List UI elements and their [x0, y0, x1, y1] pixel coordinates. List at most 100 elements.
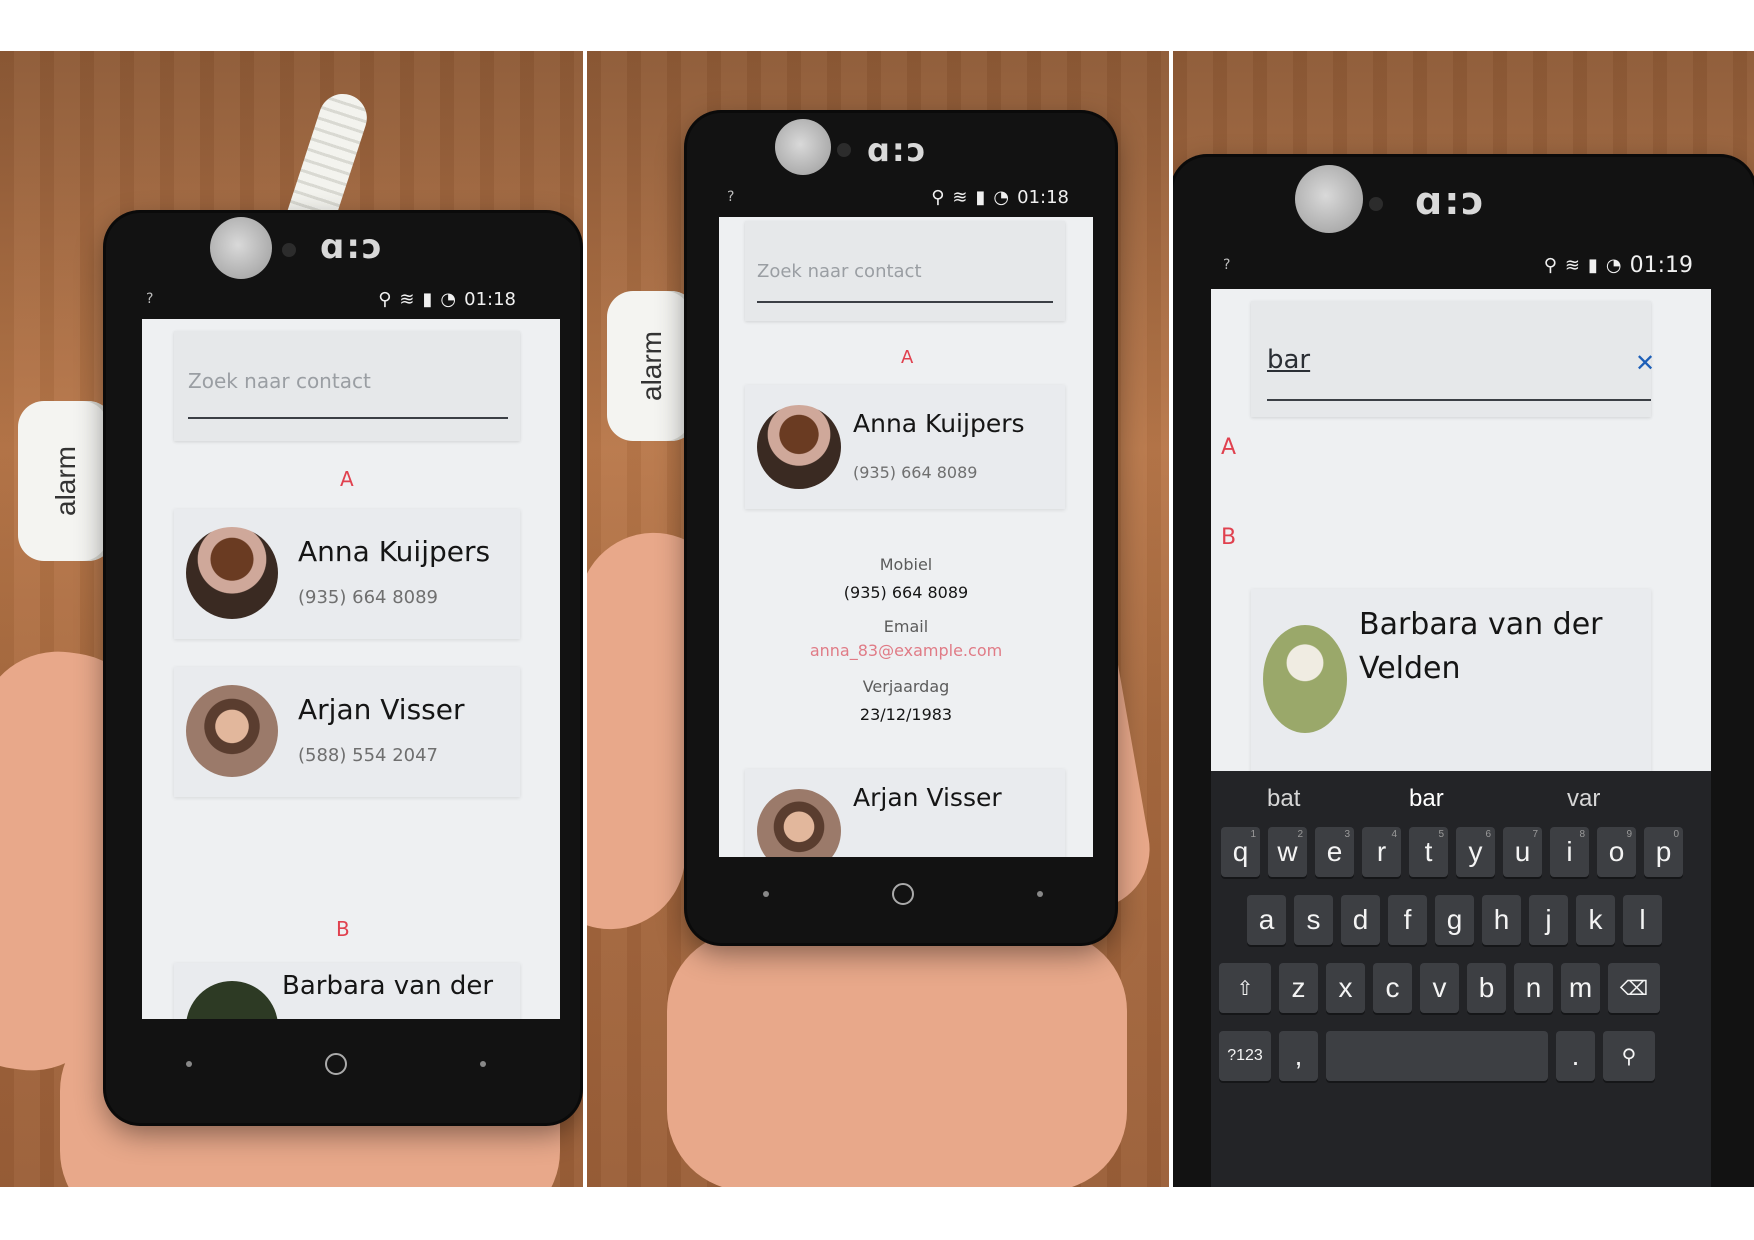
key-h[interactable]: h — [1482, 895, 1521, 945]
search-input[interactable]: Zoek naar contact — [757, 261, 922, 282]
hand — [667, 931, 1127, 1187]
suggestion[interactable]: bat — [1267, 785, 1300, 813]
comma-key[interactable]: , — [1279, 1031, 1318, 1081]
contact-card-expanded[interactable]: Anna Kuijpers (935) 664 8089 — [745, 385, 1065, 509]
key-t[interactable]: t5 — [1409, 827, 1448, 877]
period-key[interactable]: . — [1556, 1031, 1595, 1081]
contact-card[interactable]: Anna Kuijpers (935) 664 8089 — [174, 509, 520, 639]
contact-name: Arjan Visser — [298, 693, 465, 726]
back-button[interactable] — [763, 891, 769, 897]
section-header-b: B — [336, 917, 350, 941]
contact-name: Barbara van der — [1359, 607, 1603, 642]
key-row-1: q1w2e3r4t5y6u7i8o9p0 — [1221, 827, 1683, 877]
phone: ɑ:ɔ ? ⚲ ≋ ▮ ◔ 01:18 Zoek naar contact A … — [687, 113, 1115, 943]
photo-panel-2: alarm ɑ:ɔ ? ⚲ ≋ ▮ ◔ 01:18 Zoek naar cont… — [587, 51, 1169, 1187]
clock: 01:18 — [1017, 186, 1069, 208]
wifi-icon: ≋ — [399, 288, 415, 310]
key-n[interactable]: n — [1514, 963, 1553, 1013]
contact-card[interactable]: Arjan Visser (588) 554 2047 — [174, 667, 520, 797]
key-row-4: ?123 , . ⚲ — [1219, 1031, 1655, 1081]
signal-icon: ▮ — [1587, 254, 1598, 276]
key-j[interactable]: j — [1529, 895, 1568, 945]
key-m[interactable]: m — [1561, 963, 1600, 1013]
shift-key[interactable]: ⇧ — [1219, 963, 1271, 1013]
key-l[interactable]: l — [1623, 895, 1662, 945]
symbols-key[interactable]: ?123 — [1219, 1031, 1271, 1081]
contact-card[interactable]: Barbara van der — [174, 963, 520, 1019]
backspace-key[interactable]: ⌫ — [1608, 963, 1660, 1013]
key-v[interactable]: v — [1420, 963, 1459, 1013]
alarm-tag: alarm — [18, 401, 114, 561]
key-e[interactable]: e3 — [1315, 827, 1354, 877]
contact-name: Arjan Visser — [853, 783, 1002, 812]
key-c[interactable]: c — [1373, 963, 1412, 1013]
key-hint: 6 — [1485, 829, 1491, 840]
photo-panel-1: alarm ɑ:ɔ ? ⚲ ≋ ▮ ◔ 01:18 Zoek naar cont… — [0, 51, 583, 1187]
key-s[interactable]: s — [1294, 895, 1333, 945]
key-p[interactable]: p0 — [1644, 827, 1683, 877]
contact-card[interactable]: Arjan Visser — [745, 769, 1065, 857]
battery-icon: ◔ — [440, 288, 457, 310]
detail-email-value[interactable]: anna_83@example.com — [719, 641, 1093, 660]
brand-logo: ɑ:ɔ — [1415, 179, 1486, 223]
section-header-b: B — [1221, 525, 1237, 550]
key-d[interactable]: d — [1341, 895, 1380, 945]
search-underline — [1267, 399, 1651, 401]
contact-phone: (935) 664 8089 — [853, 463, 978, 482]
wifi-icon: ≋ — [952, 186, 968, 208]
key-g[interactable]: g — [1435, 895, 1474, 945]
app-screen: Zoek naar contact A Anna Kuijpers (935) … — [142, 319, 560, 1019]
key-q[interactable]: q1 — [1221, 827, 1260, 877]
detail-mobile-value[interactable]: (935) 664 8089 — [719, 583, 1093, 602]
key-hint: 0 — [1673, 829, 1679, 840]
detail-mobile-label: Mobiel — [879, 555, 933, 574]
clock: 01:18 — [464, 288, 516, 310]
key-x[interactable]: x — [1326, 963, 1365, 1013]
help-icon: ? — [727, 189, 735, 205]
contact-avatar — [186, 981, 278, 1019]
space-key[interactable] — [1326, 1031, 1548, 1081]
key-z[interactable]: z — [1279, 963, 1318, 1013]
status-bar: ? ⚲ ≋ ▮ ◔ 01:19 — [1213, 249, 1693, 281]
contact-phone: (588) 554 2047 — [298, 745, 439, 766]
home-button[interactable] — [325, 1053, 347, 1075]
alarm-tag-label: alarm — [636, 330, 667, 402]
contact-name: Barbara van der — [282, 971, 494, 1001]
battery-icon: ◔ — [1605, 254, 1622, 276]
nav-bar — [186, 1053, 486, 1075]
key-w[interactable]: w2 — [1268, 827, 1307, 877]
recents-button[interactable] — [480, 1061, 486, 1067]
suggestion-selected[interactable]: bar — [1409, 785, 1444, 813]
contact-name: Anna Kuijpers — [298, 535, 491, 568]
app-screen: Zoek naar contact A Anna Kuijpers (935) … — [719, 217, 1093, 857]
key-a[interactable]: a — [1247, 895, 1286, 945]
back-button[interactable] — [186, 1061, 192, 1067]
location-icon: ⚲ — [931, 186, 945, 208]
key-y[interactable]: y6 — [1456, 827, 1495, 877]
clear-search-icon[interactable]: ✕ — [1635, 349, 1655, 377]
key-row-2: asdfghjkl — [1247, 895, 1662, 945]
key-k[interactable]: k — [1576, 895, 1615, 945]
key-i[interactable]: i8 — [1550, 827, 1589, 877]
search-icon: ⚲ — [1621, 1045, 1637, 1068]
home-button[interactable] — [892, 883, 914, 905]
signal-icon: ▮ — [422, 288, 433, 310]
detail-email-label: Email — [883, 617, 929, 636]
key-hint: 2 — [1297, 829, 1303, 840]
suggestion[interactable]: var — [1567, 785, 1600, 813]
key-hint: 3 — [1344, 829, 1350, 840]
key-o[interactable]: o9 — [1597, 827, 1636, 877]
key-u[interactable]: u7 — [1503, 827, 1542, 877]
photo-panel-3: ɑ:ɔ ? ⚲ ≋ ▮ ◔ 01:19 bar ✕ A B Barbara va… — [1173, 51, 1754, 1187]
detail-birthday-label: Verjaardag — [862, 677, 950, 696]
key-r[interactable]: r4 — [1362, 827, 1401, 877]
search-key[interactable]: ⚲ — [1603, 1031, 1655, 1081]
sticker — [210, 217, 272, 279]
contact-card[interactable]: Barbara van der Velden — [1251, 589, 1651, 771]
recents-button[interactable] — [1037, 891, 1043, 897]
front-camera — [837, 143, 851, 157]
search-input[interactable]: bar — [1267, 345, 1310, 375]
key-f[interactable]: f — [1388, 895, 1427, 945]
key-b[interactable]: b — [1467, 963, 1506, 1013]
search-input[interactable]: Zoek naar contact — [188, 369, 371, 393]
